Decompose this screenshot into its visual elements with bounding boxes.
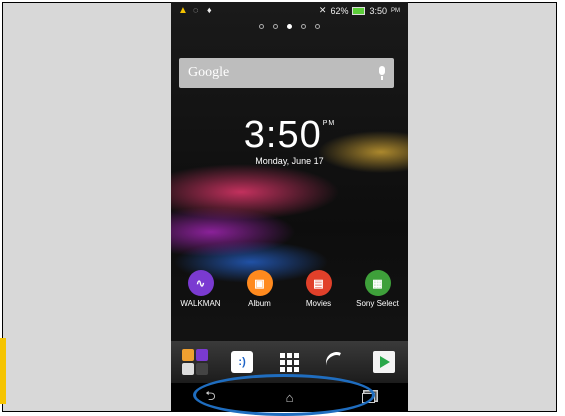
- messaging-icon: :): [231, 351, 254, 373]
- app-sony-select[interactable]: ▦ Sony Select: [348, 270, 407, 308]
- dock-play-store[interactable]: [371, 349, 397, 375]
- app-movies[interactable]: ▤ Movies: [289, 270, 348, 308]
- microphone-status-icon: ♦: [207, 5, 212, 15]
- phone-icon: [323, 348, 351, 376]
- app-label: WALKMAN: [180, 299, 221, 308]
- status-time-suffix: PM: [391, 7, 400, 14]
- app-shortcuts: ∿ WALKMAN ▣ Album ▤ Movies ▦ Sony Select: [171, 270, 408, 308]
- back-icon: ⮌: [205, 387, 216, 403]
- folder-icon: [181, 349, 208, 375]
- clock-widget[interactable]: 3:50PM: [171, 114, 408, 157]
- google-logo: Google: [188, 65, 230, 80]
- dock-phone[interactable]: [323, 348, 351, 376]
- page-dot[interactable]: [315, 24, 320, 29]
- recent-apps-icon: [362, 392, 375, 403]
- recent-apps-button[interactable]: [354, 388, 384, 408]
- play-store-icon: [373, 351, 396, 373]
- clock-time: 3:50: [243, 114, 322, 156]
- app-label: Album: [248, 299, 271, 308]
- app-label: Movies: [305, 299, 332, 308]
- dock-messaging[interactable]: :): [229, 349, 255, 375]
- battery-percent: 62%: [330, 5, 349, 16]
- home-icon: ⌂: [285, 390, 294, 405]
- home-button[interactable]: ⌂: [275, 388, 305, 408]
- page-indicator: [171, 24, 408, 29]
- sync-icon: ◌: [193, 5, 199, 15]
- page-dot[interactable]: [301, 24, 306, 29]
- side-marker: [0, 338, 6, 404]
- voice-search-icon[interactable]: [378, 66, 386, 80]
- google-search-bar[interactable]: Google: [179, 58, 394, 88]
- app-walkman[interactable]: ∿ WALKMAN: [171, 270, 230, 308]
- walkman-icon: ∿: [187, 270, 214, 296]
- dock-folder[interactable]: [181, 349, 208, 375]
- phone-screen: ▲ ◌ ♦ ✕ 62% 3:50 PM Google 3:50PM Monday…: [171, 2, 408, 412]
- status-time: 3:50: [369, 5, 387, 16]
- dock: :): [171, 341, 408, 383]
- app-label: Sony Select: [356, 299, 399, 308]
- no-sim-icon: ✕: [318, 5, 327, 15]
- movies-icon: ▤: [305, 270, 332, 296]
- battery-icon: [352, 6, 366, 15]
- clock-ampm: PM: [322, 120, 336, 127]
- back-button[interactable]: ⮌: [196, 388, 226, 408]
- page-dot[interactable]: [273, 24, 278, 29]
- clock-date: Monday, June 17: [255, 156, 324, 166]
- sony-select-icon: ▦: [364, 270, 391, 296]
- app-drawer-icon: [279, 352, 299, 372]
- album-icon: ▣: [246, 270, 273, 296]
- page-dot-active[interactable]: [287, 24, 292, 29]
- navigation-bar: ⮌ ⌂: [171, 383, 408, 412]
- status-bar: ▲ ◌ ♦ ✕ 62% 3:50 PM: [171, 2, 408, 18]
- warning-icon: ▲: [178, 5, 188, 16]
- dock-app-drawer[interactable]: [276, 349, 302, 375]
- app-album[interactable]: ▣ Album: [230, 270, 289, 308]
- page-dot[interactable]: [259, 24, 264, 29]
